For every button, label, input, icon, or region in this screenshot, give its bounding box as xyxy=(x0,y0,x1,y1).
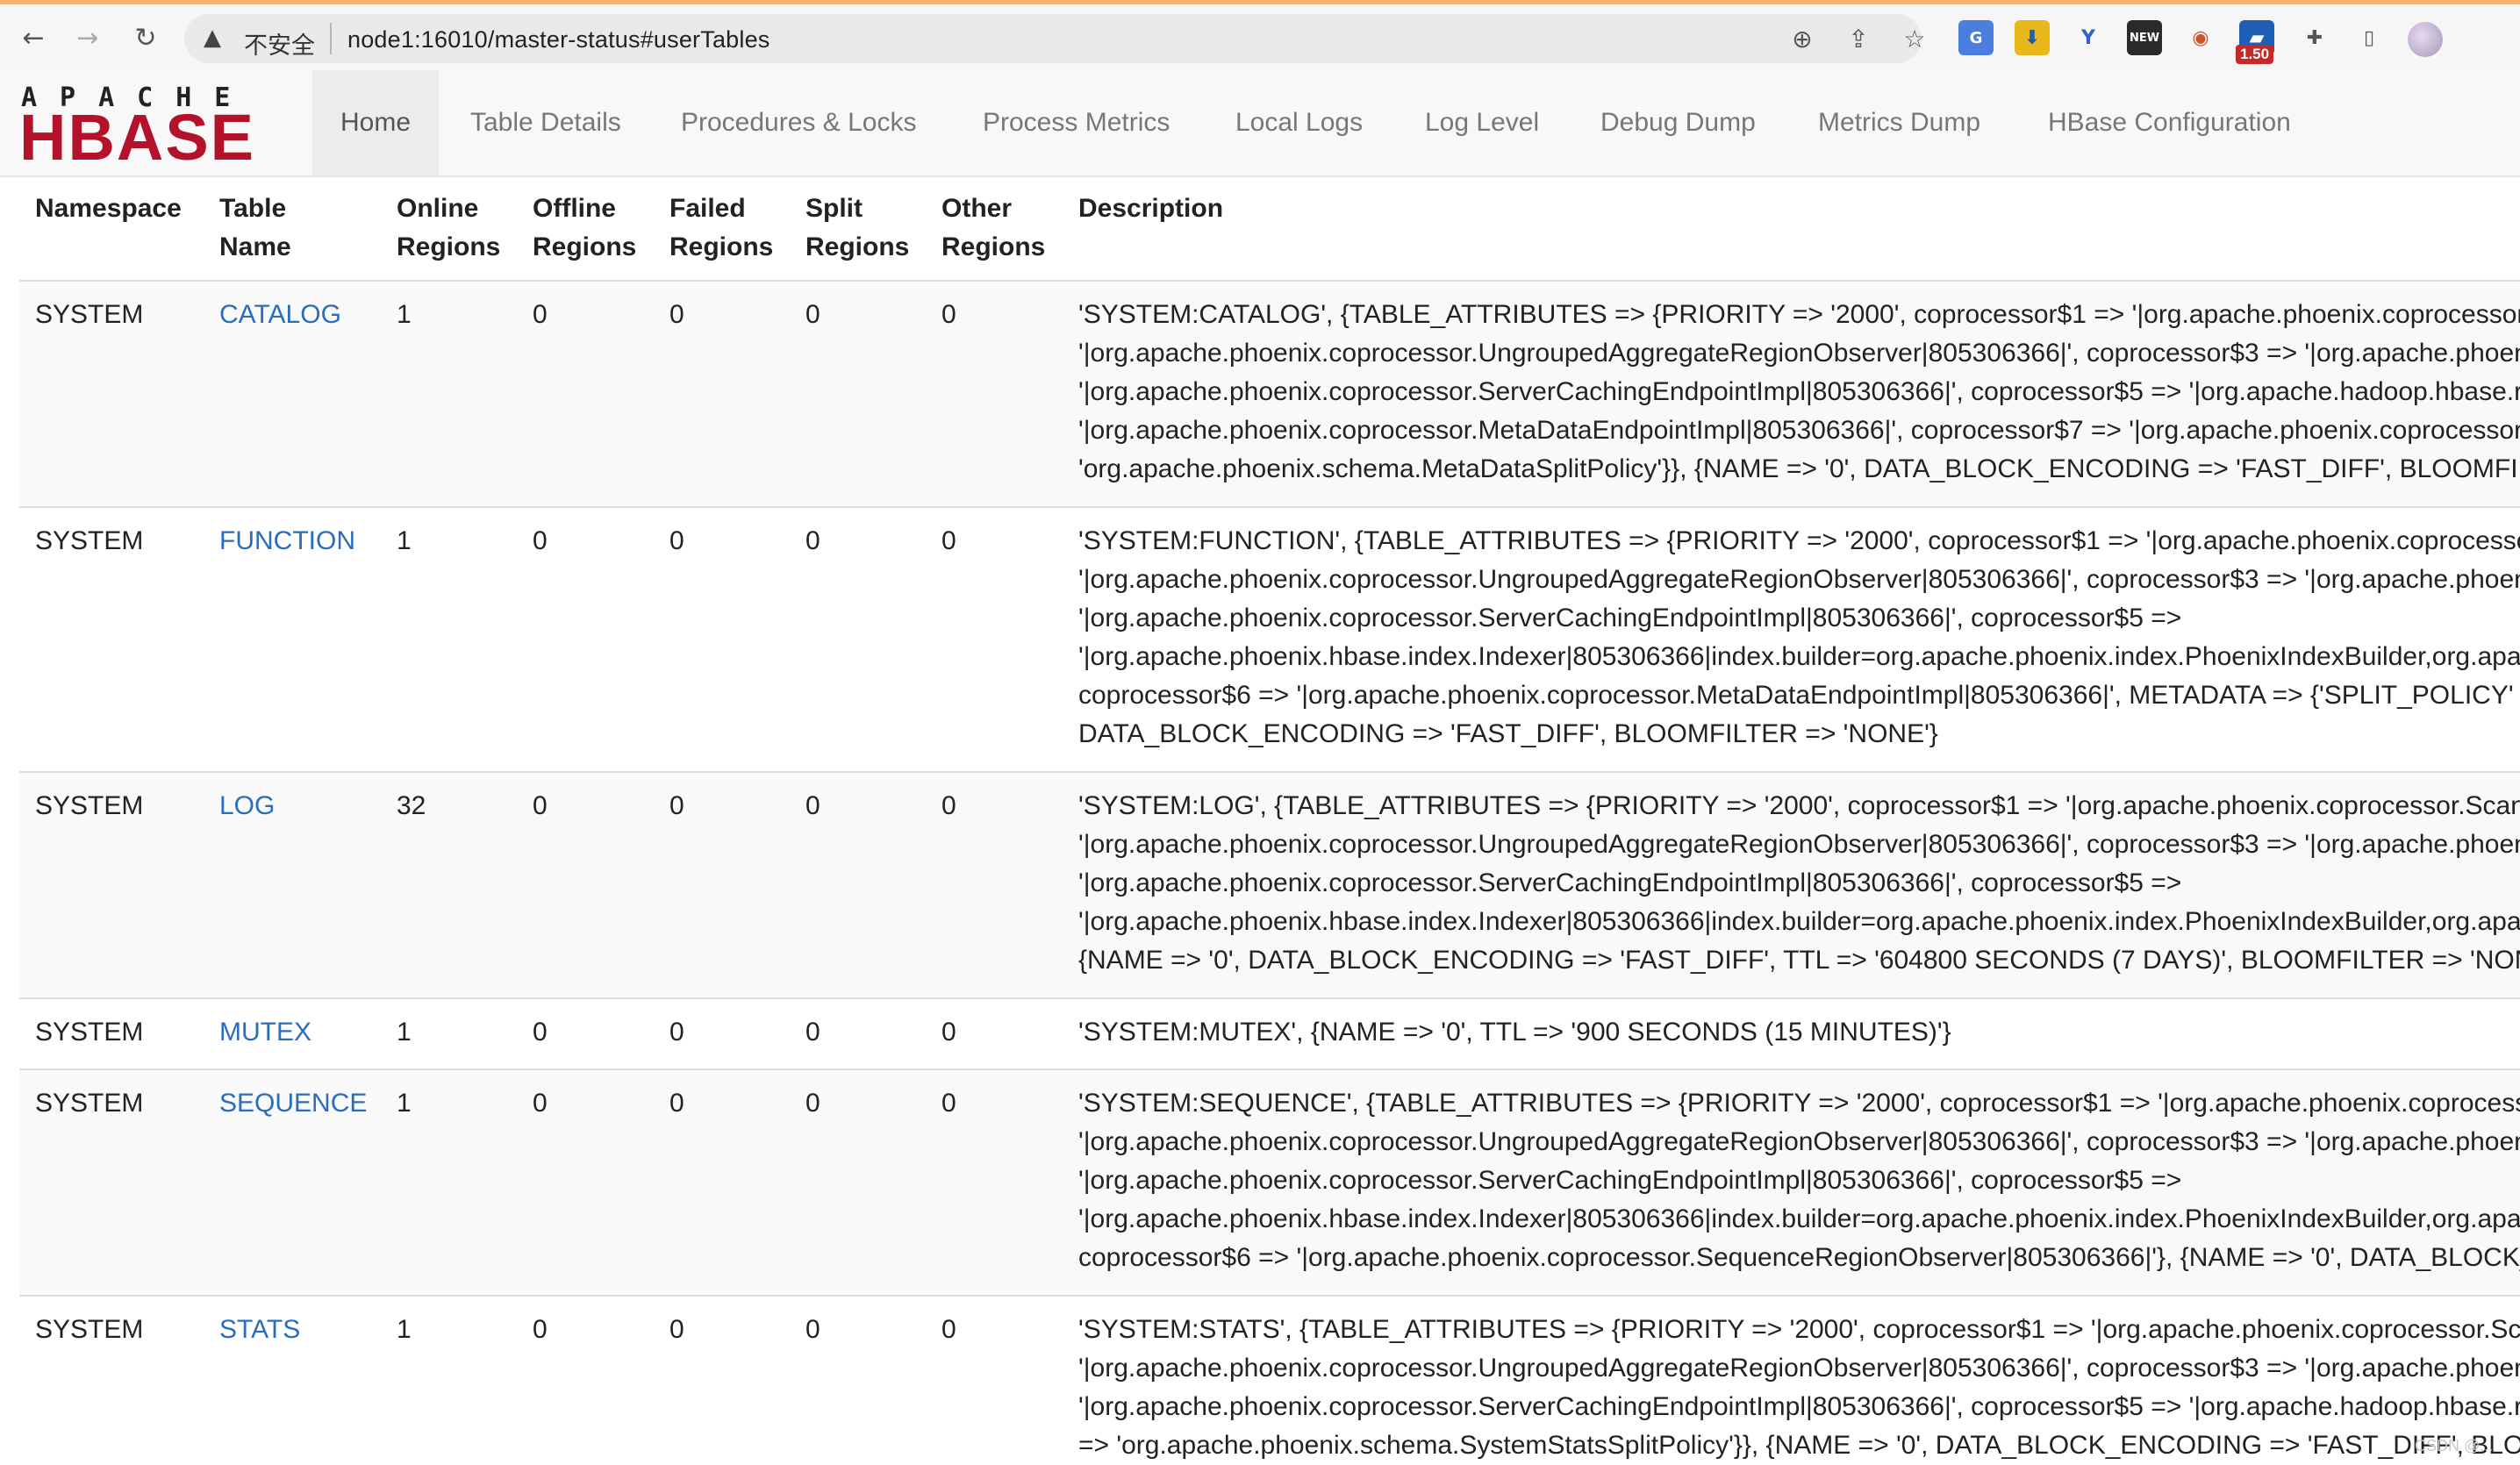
cell-offline-regions: 0 xyxy=(533,1315,548,1344)
header-online-regions: Online Regions xyxy=(397,194,501,261)
cell-description: 'SYSTEM:STATS', {TABLE_ATTRIBUTES => {PR… xyxy=(1078,1315,2520,1460)
address-divider xyxy=(330,23,332,54)
table-row: SYSTEM STATS 1 0 0 0 0 'SYSTEM:STATS', {… xyxy=(19,1295,2520,1465)
cell-online-regions: 1 xyxy=(397,1018,412,1047)
header-split-regions: Split Regions xyxy=(805,194,910,261)
cell-namespace: SYSTEM xyxy=(35,791,144,820)
download-icon[interactable]: ⬇ xyxy=(2015,20,2050,55)
table-link[interactable]: LOG xyxy=(219,787,275,825)
hbase-navbar: APACHE HBASE Home Table Details Procedur… xyxy=(0,70,2520,177)
cell-offline-regions: 0 xyxy=(533,300,548,329)
nav-process-metrics[interactable]: Process Metrics xyxy=(955,70,1198,175)
url-text[interactable]: node1:16010/master-status#userTables xyxy=(347,26,770,54)
extension-badge: 1.50 xyxy=(2236,45,2274,64)
cell-offline-regions: 0 xyxy=(533,1018,548,1047)
cell-online-regions: 1 xyxy=(397,300,412,329)
table-row: SYSTEM LOG 32 0 0 0 0 'SYSTEM:LOG', {TAB… xyxy=(19,771,2520,997)
cell-failed-regions: 0 xyxy=(669,791,684,820)
table-row: SYSTEM SEQUENCE 1 0 0 0 0 'SYSTEM:SEQUEN… xyxy=(19,1068,2520,1295)
table-link[interactable]: FUNCTION xyxy=(219,522,355,561)
cell-online-regions: 1 xyxy=(397,526,412,555)
cell-split-regions: 0 xyxy=(805,791,820,820)
star-icon[interactable]: ☆ xyxy=(1899,23,1930,54)
fox-icon[interactable]: ◉ xyxy=(2183,20,2218,55)
warning-icon[interactable]: ▲ xyxy=(204,25,221,51)
table-link[interactable]: MUTEX xyxy=(219,1013,311,1052)
cell-other-regions: 0 xyxy=(941,791,956,820)
cell-other-regions: 0 xyxy=(941,1018,956,1047)
header-description: Description xyxy=(1078,194,1224,223)
cell-namespace: SYSTEM xyxy=(35,1089,144,1118)
forward-icon[interactable]: → xyxy=(70,20,105,55)
cell-split-regions: 0 xyxy=(805,1089,820,1118)
cell-failed-regions: 0 xyxy=(669,1089,684,1118)
table-link[interactable]: CATALOG xyxy=(219,296,341,334)
nav-hbase-configuration[interactable]: HBase Configuration xyxy=(2020,70,2319,175)
translate-icon[interactable]: G xyxy=(1958,20,1994,55)
browser-toolbar: ← → ↻ ▲ 不安全 node1:16010/master-status#us… xyxy=(0,0,2520,70)
cell-split-regions: 0 xyxy=(805,1315,820,1344)
news-icon[interactable]: NEW xyxy=(2127,20,2162,55)
header-table-name: Table Name xyxy=(219,194,291,261)
cell-offline-regions: 0 xyxy=(533,1089,548,1118)
avatar[interactable] xyxy=(2408,22,2443,57)
cell-failed-regions: 0 xyxy=(669,526,684,555)
nav-log-level[interactable]: Log Level xyxy=(1397,70,1567,175)
cell-other-regions: 0 xyxy=(941,1089,956,1118)
cell-other-regions: 0 xyxy=(941,526,956,555)
cell-split-regions: 0 xyxy=(805,526,820,555)
table-link[interactable]: SEQUENCE xyxy=(219,1084,367,1123)
watermark: CSDN @... xyxy=(2415,1437,2494,1454)
header-failed-regions: Failed Regions xyxy=(669,194,774,261)
reload-icon[interactable]: ↻ xyxy=(128,20,163,55)
header-namespace: Namespace xyxy=(35,194,182,223)
cell-online-regions: 1 xyxy=(397,1089,412,1118)
header-offline-regions: Offline Regions xyxy=(533,194,637,261)
cell-description: 'SYSTEM:FUNCTION', {TABLE_ATTRIBUTES => … xyxy=(1078,526,2520,748)
table-row: SYSTEM MUTEX 1 0 0 0 0 'SYSTEM:MUTEX', {… xyxy=(19,997,2520,1068)
puzzle-icon[interactable]: ✚ xyxy=(2297,20,2332,55)
hbase-logo[interactable]: APACHE HBASE xyxy=(19,82,284,174)
user-tables: Namespace Table Name Online Regions Offl… xyxy=(19,177,2520,1465)
cell-namespace: SYSTEM xyxy=(35,1315,144,1344)
cell-failed-regions: 0 xyxy=(669,1018,684,1047)
cell-namespace: SYSTEM xyxy=(35,1018,144,1047)
cell-split-regions: 0 xyxy=(805,1018,820,1047)
cell-split-regions: 0 xyxy=(805,300,820,329)
address-bar[interactable]: ▲ 不安全 node1:16010/master-status#userTabl… xyxy=(184,14,1926,63)
nav-home[interactable]: Home xyxy=(312,70,440,175)
header-other-regions: Other Regions xyxy=(941,194,1046,261)
cell-namespace: SYSTEM xyxy=(35,300,144,329)
logo-hbase-text: HBASE xyxy=(19,101,256,174)
cell-description: 'SYSTEM:SEQUENCE', {TABLE_ATTRIBUTES => … xyxy=(1078,1089,2520,1272)
nav-local-logs[interactable]: Local Logs xyxy=(1207,70,1391,175)
zoom-icon[interactable]: ⊕ xyxy=(1786,23,1818,54)
back-icon[interactable]: ← xyxy=(16,20,51,55)
cell-description: 'SYSTEM:CATALOG', {TABLE_ATTRIBUTES => {… xyxy=(1078,300,2520,483)
vpn-icon[interactable]: Y xyxy=(2071,20,2106,55)
nav-debug-dump[interactable]: Debug Dump xyxy=(1572,70,1784,175)
sidebar-icon[interactable]: ▯ xyxy=(2352,20,2387,55)
nav-metrics-dump[interactable]: Metrics Dump xyxy=(1790,70,2008,175)
cell-description: 'SYSTEM:LOG', {TABLE_ATTRIBUTES => {PRIO… xyxy=(1078,791,2520,975)
table-row: SYSTEM FUNCTION 1 0 0 0 0 'SYSTEM:FUNCTI… xyxy=(19,506,2520,771)
share-icon[interactable]: ⇪ xyxy=(1843,23,1874,54)
cell-offline-regions: 0 xyxy=(533,526,548,555)
insecure-label[interactable]: 不安全 xyxy=(244,26,315,61)
cell-failed-regions: 0 xyxy=(669,300,684,329)
nav-table-details[interactable]: Table Details xyxy=(442,70,649,175)
cell-offline-regions: 0 xyxy=(533,791,548,820)
cell-description: 'SYSTEM:MUTEX', {NAME => '0', TTL => '90… xyxy=(1078,1018,1951,1047)
cell-other-regions: 0 xyxy=(941,1315,956,1344)
cell-online-regions: 1 xyxy=(397,1315,412,1344)
cell-namespace: SYSTEM xyxy=(35,526,144,555)
cell-failed-regions: 0 xyxy=(669,1315,684,1344)
cell-other-regions: 0 xyxy=(941,300,956,329)
table-row: SYSTEM CATALOG 1 0 0 0 0 'SYSTEM:CATALOG… xyxy=(19,280,2520,506)
table-link[interactable]: STATS xyxy=(219,1311,300,1349)
nav-procedures-locks[interactable]: Procedures & Locks xyxy=(653,70,944,175)
cell-online-regions: 32 xyxy=(397,791,426,820)
